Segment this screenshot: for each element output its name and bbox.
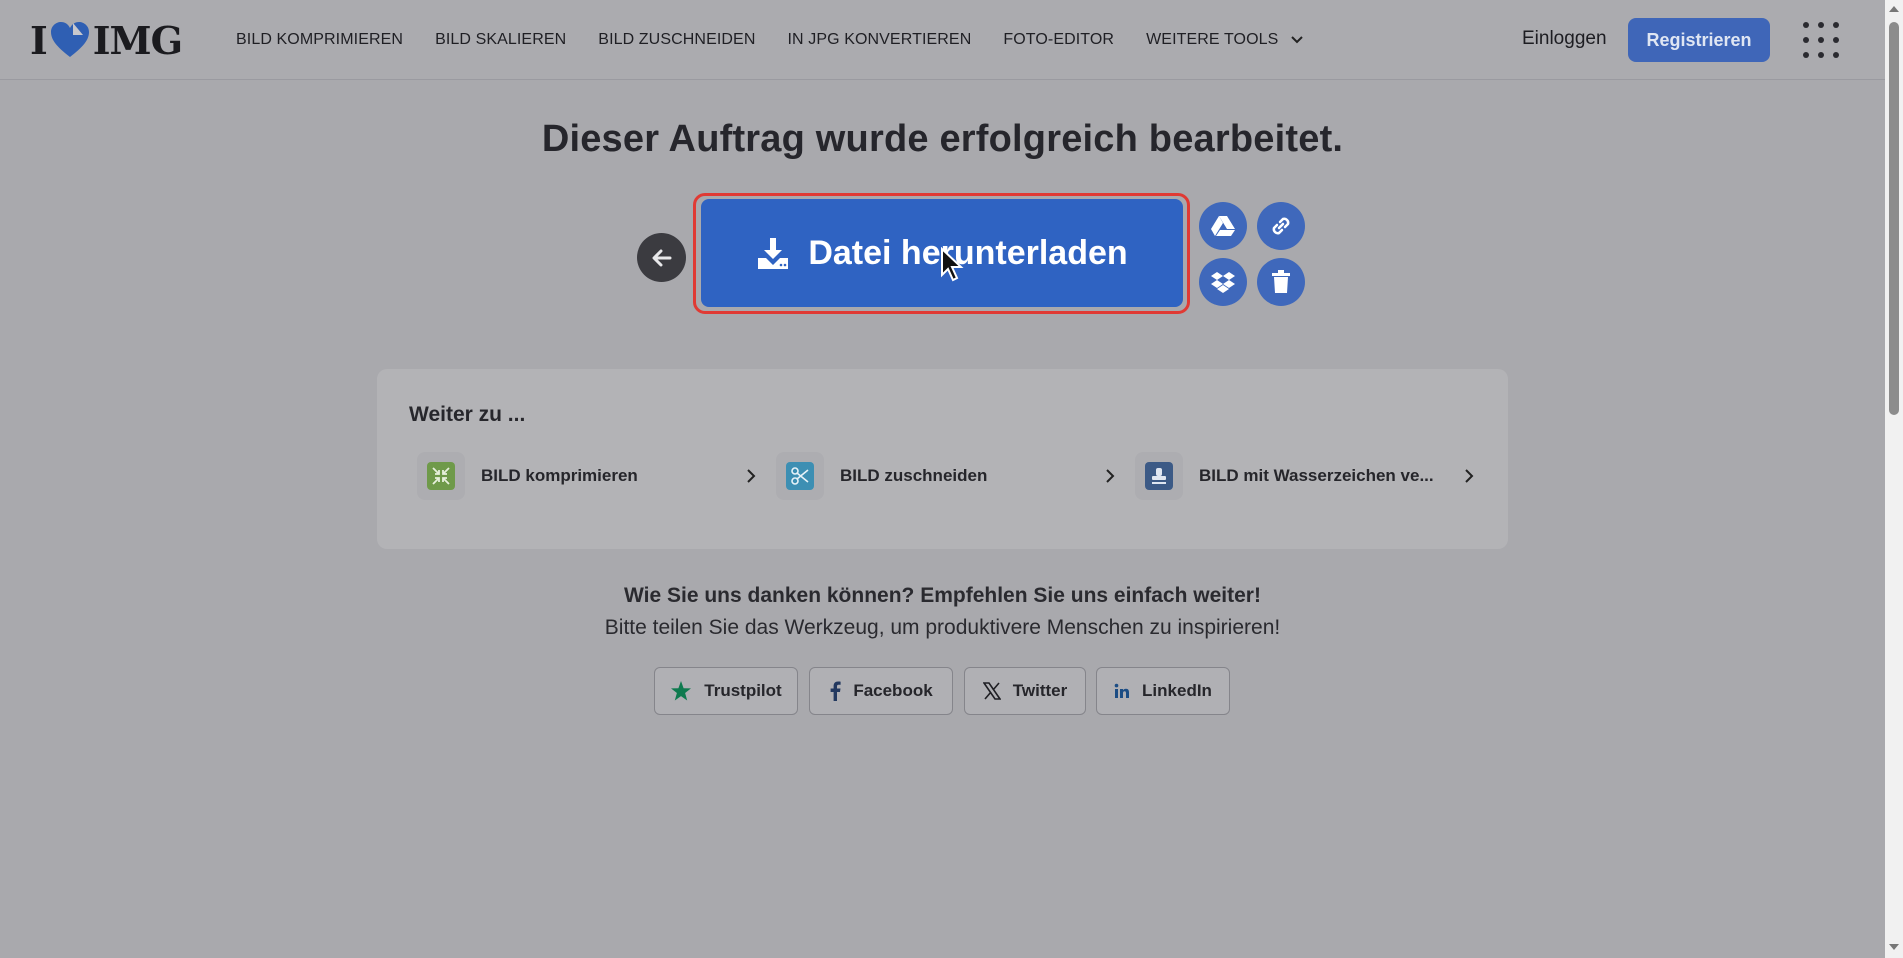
save-to-dropbox-button[interactable] bbox=[1199, 258, 1247, 306]
tool-icon-container bbox=[776, 452, 824, 500]
star-icon bbox=[670, 680, 692, 702]
share-label: Twitter bbox=[1012, 681, 1068, 700]
tool-label: BILD mit Wasserzeichen ve... bbox=[1199, 466, 1434, 485]
tool-icon-container bbox=[417, 452, 465, 500]
scroll-up-arrow[interactable] bbox=[1889, 6, 1899, 12]
share-subheading: Bitte teilen Sie das Werkzeug, um produk… bbox=[604, 616, 1281, 639]
share-label: Facebook bbox=[853, 681, 933, 700]
continue-tool-crop[interactable]: BILD zuschneiden bbox=[776, 451, 1116, 501]
continue-tool-compress[interactable]: BILD komprimieren bbox=[417, 451, 757, 501]
nav-bild-zuschneiden[interactable]: BILD ZUSCHNEIDEN bbox=[598, 31, 755, 49]
continue-to-panel: Weiter zu ... BILD komprimieren BILD zus… bbox=[377, 369, 1508, 549]
main-nav: BILD KOMPRIMIEREN BILD SKALIEREN BILD ZU… bbox=[236, 0, 1336, 80]
facebook-icon bbox=[829, 681, 841, 701]
google-drive-icon bbox=[1211, 216, 1235, 236]
continue-tool-watermark[interactable]: BILD mit Wasserzeichen ve... bbox=[1135, 451, 1475, 501]
top-nav-bar: I IMG BILD KOMPRIMIEREN BILD SKALIEREN B… bbox=[0, 0, 1885, 80]
chevron-down-icon bbox=[1291, 36, 1304, 44]
nav-weitere-tools[interactable]: WEITERE TOOLS bbox=[1146, 31, 1304, 49]
page-scrollbar[interactable] bbox=[1885, 0, 1903, 958]
nav-label: FOTO-EDITOR bbox=[1003, 31, 1115, 48]
apps-grid-icon[interactable] bbox=[1803, 22, 1839, 58]
share-linkedin-button[interactable]: LinkedIn bbox=[1096, 667, 1230, 715]
page-title: Dieser Auftrag wurde erfolgreich bearbei… bbox=[541, 118, 1344, 160]
stamp-icon bbox=[1145, 462, 1173, 490]
share-label: LinkedIn bbox=[1142, 681, 1212, 700]
scroll-down-arrow[interactable] bbox=[1889, 944, 1899, 950]
share-heading: Wie Sie uns danken können? Empfehlen Sie… bbox=[624, 584, 1261, 607]
iloveimg-logo[interactable]: I IMG bbox=[30, 17, 183, 63]
nav-bild-komprimieren[interactable]: BILD KOMPRIMIEREN bbox=[236, 31, 403, 49]
nav-label: WEITERE TOOLS bbox=[1146, 31, 1279, 48]
delete-file-button[interactable] bbox=[1257, 258, 1305, 306]
chevron-right-icon bbox=[1465, 469, 1474, 483]
logo-text-img: IMG bbox=[92, 17, 183, 63]
login-link[interactable]: Einloggen bbox=[1522, 28, 1607, 50]
register-button[interactable]: Registrieren bbox=[1628, 18, 1770, 62]
linkedin-icon bbox=[1114, 683, 1130, 699]
mouse-cursor-icon bbox=[941, 247, 964, 282]
continue-title: Weiter zu ... bbox=[409, 403, 526, 426]
compress-icon bbox=[427, 462, 455, 490]
heart-logo-icon bbox=[50, 22, 89, 57]
nav-bild-skalieren[interactable]: BILD SKALIEREN bbox=[435, 31, 566, 49]
tool-icon-container bbox=[1135, 452, 1183, 500]
nav-label: BILD ZUSCHNEIDEN bbox=[598, 31, 756, 48]
download-icon bbox=[758, 238, 789, 269]
nav-label: BILD SKALIEREN bbox=[435, 31, 567, 48]
share-facebook-button[interactable]: Facebook bbox=[809, 667, 953, 715]
share-trustpilot-button[interactable]: Trustpilot bbox=[654, 667, 798, 715]
nav-in-jpg-konvertieren[interactable]: IN JPG KONVERTIEREN bbox=[787, 31, 971, 49]
x-icon bbox=[982, 682, 1001, 700]
tool-label: BILD zuschneiden bbox=[840, 466, 988, 485]
save-to-google-drive-button[interactable] bbox=[1199, 202, 1247, 250]
nav-foto-editor[interactable]: FOTO-EDITOR bbox=[1003, 31, 1114, 49]
download-button-label: Datei herunterladen bbox=[808, 233, 1128, 272]
arrow-left-icon bbox=[652, 249, 671, 266]
trash-icon bbox=[1272, 270, 1290, 293]
chevron-right-icon bbox=[747, 469, 756, 483]
nav-label: IN JPG KONVERTIEREN bbox=[787, 31, 972, 48]
scissors-icon bbox=[786, 462, 814, 490]
share-twitter-button[interactable]: Twitter bbox=[964, 667, 1086, 715]
back-button[interactable] bbox=[637, 233, 686, 282]
logo-letter-i: I bbox=[30, 17, 48, 63]
chevron-right-icon bbox=[1106, 469, 1115, 483]
nav-label: BILD KOMPRIMIEREN bbox=[236, 31, 404, 48]
dropbox-icon bbox=[1211, 272, 1235, 293]
scroll-thumb[interactable] bbox=[1889, 22, 1899, 415]
copy-link-button[interactable] bbox=[1257, 202, 1305, 250]
link-icon bbox=[1272, 217, 1290, 235]
share-label: Trustpilot bbox=[704, 681, 782, 700]
tool-label: BILD komprimieren bbox=[481, 466, 638, 485]
